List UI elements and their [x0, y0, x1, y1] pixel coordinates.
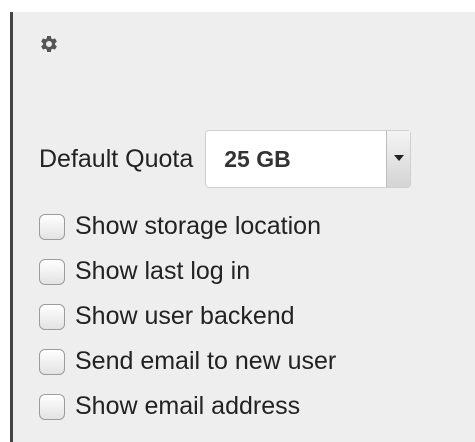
chevron-down-icon[interactable] — [386, 131, 411, 187]
default-quota-select[interactable]: 25 GB — [205, 130, 412, 188]
gear-icon[interactable] — [39, 34, 59, 54]
option-label: Show last log in — [75, 257, 251, 285]
default-quota-row: Default Quota 25 GB — [39, 130, 412, 188]
option-send-email-to-new-user[interactable]: Send email to new user — [39, 339, 336, 384]
options-list: Show storage location Show last log in S… — [39, 204, 336, 429]
default-quota-label: Default Quota — [39, 144, 194, 173]
option-label: Show storage location — [75, 212, 321, 240]
show-user-backend-checkbox[interactable] — [39, 303, 65, 330]
option-label: Show email address — [75, 392, 301, 420]
option-show-storage-location[interactable]: Show storage location — [39, 204, 336, 249]
option-label: Send email to new user — [75, 347, 337, 375]
option-show-user-backend[interactable]: Show user backend — [39, 294, 336, 339]
default-quota-value: 25 GB — [224, 146, 291, 172]
option-show-last-log-in[interactable]: Show last log in — [39, 249, 336, 294]
option-label: Show user backend — [75, 302, 295, 330]
show-storage-location-checkbox[interactable] — [39, 213, 65, 240]
option-show-email-address[interactable]: Show email address — [39, 384, 336, 429]
send-email-to-new-user-checkbox[interactable] — [39, 348, 65, 375]
settings-panel: Default Quota 25 GB Show storage locatio… — [10, 12, 475, 442]
show-email-address-checkbox[interactable] — [39, 393, 65, 420]
show-last-log-in-checkbox[interactable] — [39, 258, 65, 285]
